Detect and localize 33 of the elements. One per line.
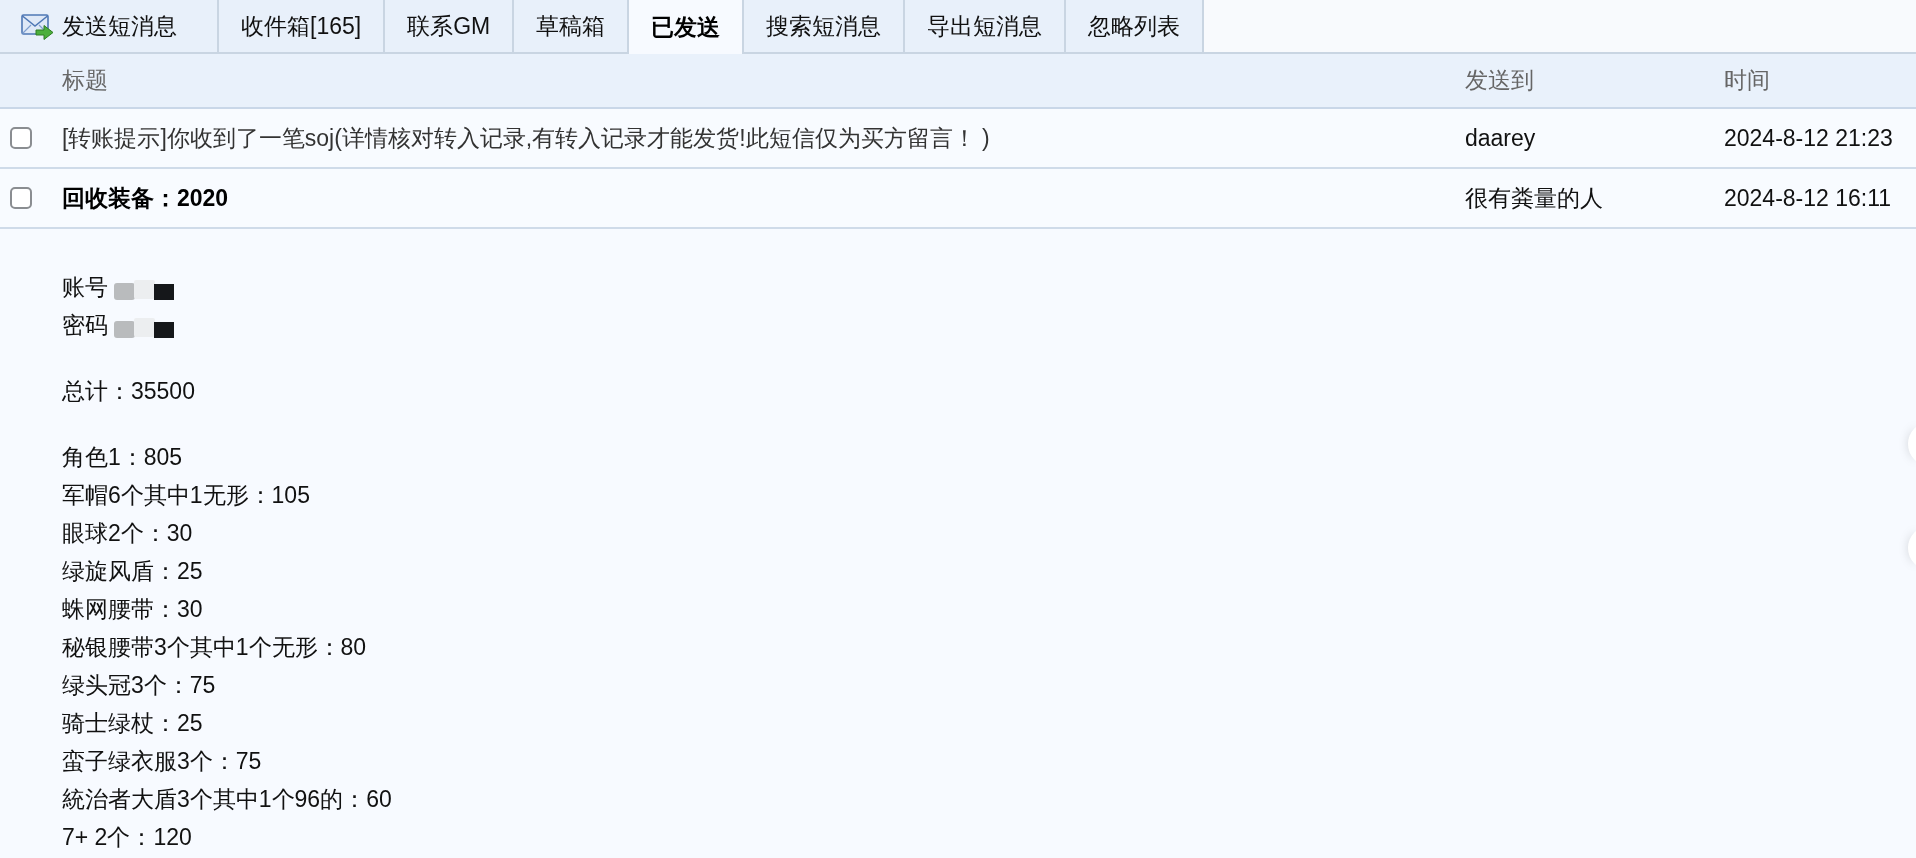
message-title[interactable]: [转账提示]你收到了一笔soj(详情核对转入记录,有转入记录才能发货!此短信仅为买方留言！ ) [62,124,990,151]
message-line: 7+ 2个：120 [62,822,192,852]
recipient-name: daarey [1465,124,1536,151]
compose-tab[interactable]: 发送短消息 [0,0,219,54]
tab[interactable]: 收件箱[165] [219,0,386,54]
sent-time: 2024-8-12 21:23 [1724,124,1893,151]
tab[interactable]: 导出短消息 [905,0,1067,54]
tab[interactable]: 草稿箱 [514,0,630,54]
sent-time: 2024-8-12 16:11 [1724,184,1892,211]
message-line: 秘银腰带3个其中1个无形：80 [62,632,367,662]
message-title[interactable]: 回收装备：2020 [62,184,229,211]
message-line: 角色1：805 [62,442,183,472]
message-line: 蛛网腰带：30 [62,594,203,624]
message-line: 統治者大盾3个其中1个96的：60 [62,784,392,814]
checkbox[interactable] [10,187,32,209]
column-header: 标题 [62,67,108,94]
tab[interactable]: 联系GM [385,0,515,54]
message-line: 骑士绿杖：25 [62,708,203,738]
recipient-name: 很有粪量的人 [1465,184,1603,211]
message-line: 眼球2个：30 [62,518,193,548]
tab[interactable]: 忽略列表 [1066,0,1205,54]
envelope-arrow-icon [21,12,54,40]
message-line: 密码 [62,310,108,340]
tab[interactable]: 搜索短消息 [744,0,906,54]
message-line: 账号 [62,272,108,302]
message-line: 蛮子绿衣服3个：75 [62,746,262,776]
message-line: 军帽6个其中1无形：105 [62,480,310,510]
message-line: 绿头冠3个：75 [62,670,216,700]
column-header: 发送到 [1465,67,1534,94]
column-header: 时间 [1724,67,1770,94]
checkbox[interactable] [10,127,32,149]
message-line: 总计：35500 [62,376,195,406]
message-line: 绿旋风盾：25 [62,556,203,586]
